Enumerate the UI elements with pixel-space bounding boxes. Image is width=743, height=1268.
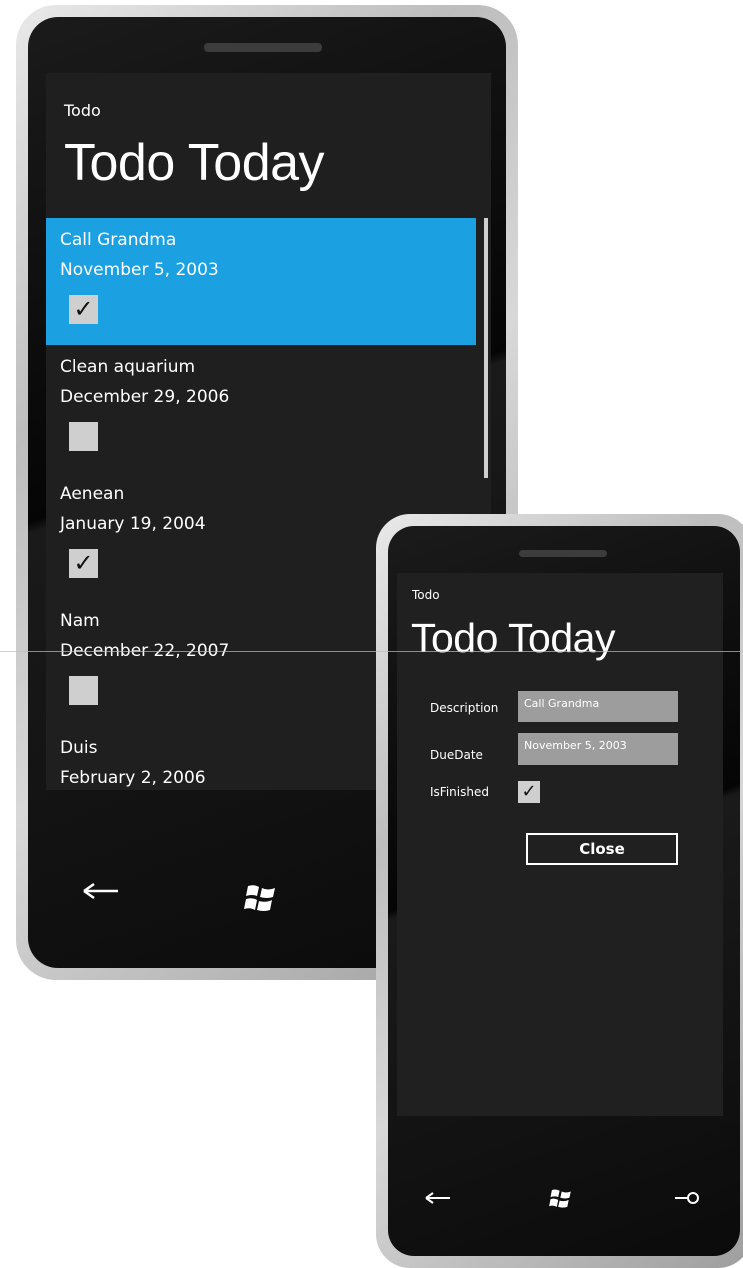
todo-description: Duis (60, 738, 98, 758)
todo-description: Aenean (60, 484, 125, 504)
search-icon[interactable] (674, 1190, 700, 1210)
page-title: Todo Today (64, 134, 325, 192)
detail-screen: Todo Todo Today Description Call Grandma… (397, 573, 723, 1116)
finished-checkbox[interactable] (69, 422, 98, 451)
page-title: Todo Today (411, 615, 615, 661)
back-arrow-icon[interactable] (82, 881, 120, 905)
scrollbar[interactable] (484, 218, 488, 478)
todo-description: Nam (60, 611, 100, 631)
description-label: Description (430, 701, 499, 715)
is-finished-label: IsFinished (430, 785, 489, 799)
divider-line (0, 651, 743, 652)
due-date-field[interactable]: November 5, 2003 (518, 733, 678, 765)
close-button[interactable]: Close (526, 833, 678, 865)
app-name: Todo (64, 101, 101, 120)
earpiece-speaker (519, 550, 607, 557)
app-name: Todo (412, 588, 440, 602)
todo-due-date: February 2, 2006 (60, 768, 206, 788)
todo-due-date: December 29, 2006 (60, 387, 230, 407)
earpiece-speaker (204, 43, 322, 52)
todo-item[interactable]: Call Grandma November 5, 2003 ✓ (46, 218, 476, 345)
finished-checkbox[interactable] (69, 676, 98, 705)
back-arrow-icon[interactable] (424, 1190, 452, 1210)
description-field[interactable]: Call Grandma (518, 691, 678, 722)
due-date-label: DueDate (430, 748, 483, 762)
windows-logo-icon[interactable] (244, 883, 278, 917)
finished-checkbox[interactable]: ✓ (69, 549, 98, 578)
todo-due-date: January 19, 2004 (60, 514, 206, 534)
todo-description: Call Grandma (60, 230, 177, 250)
todo-item[interactable]: Clean aquarium December 29, 2006 (46, 345, 476, 472)
is-finished-checkbox[interactable]: ✓ (518, 781, 540, 803)
phone-device-detail: Todo Todo Today Description Call Grandma… (376, 514, 743, 1268)
todo-description: Clean aquarium (60, 357, 196, 377)
windows-logo-icon[interactable] (549, 1188, 573, 1213)
todo-due-date: November 5, 2003 (60, 260, 219, 280)
finished-checkbox[interactable]: ✓ (69, 295, 98, 324)
